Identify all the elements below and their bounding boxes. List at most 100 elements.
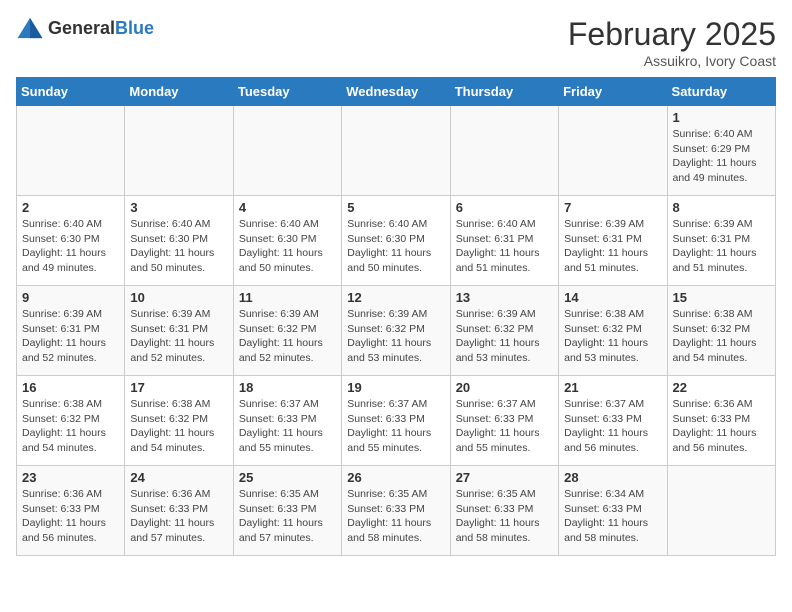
calendar-title: February 2025 (568, 16, 776, 53)
day-info: Sunrise: 6:35 AM Sunset: 6:33 PM Dayligh… (456, 487, 553, 546)
day-cell: 7Sunrise: 6:39 AM Sunset: 6:31 PM Daylig… (559, 196, 667, 286)
day-cell: 21 Sunrise: 6:37 AM Sunset: 6:33 PM Dayli… (559, 376, 667, 466)
weekday-header-saturday: Saturday (667, 78, 775, 106)
week-row-4: 16 Sunrise: 6:38 AM Sunset: 6:32 PM Dayli… (17, 376, 776, 466)
day-number: 21 (564, 380, 661, 395)
day-info: Sunrise: 6:34 AM Sunset: 6:33 PM Dayligh… (564, 487, 661, 546)
day-info: Sunrise: 6:38 AM Sunset: 6:32 PM Dayligh… (673, 307, 770, 366)
day-cell: 8 Sunrise: 6:39 AM Sunset: 6:31 PM Daylig… (667, 196, 775, 286)
day-number: 4 (239, 200, 336, 215)
day-info: Sunrise: 6:39 AM Sunset: 6:31 PM Dayligh… (564, 217, 661, 276)
day-info: Sunrise: 6:40 AM Sunset: 6:30 PM Dayligh… (130, 217, 227, 276)
day-cell: 12Sunrise: 6:39 AM Sunset: 6:32 PM Dayli… (342, 286, 450, 376)
day-cell: 25 Sunrise: 6:35 AM Sunset: 6:33 PM Dayli… (233, 466, 341, 556)
calendar-subtitle: Assuikro, Ivory Coast (568, 53, 776, 69)
calendar-body: 1 Sunrise: 6:40 AM Sunset: 6:29 PM Daylig… (17, 106, 776, 556)
day-cell: 16 Sunrise: 6:38 AM Sunset: 6:32 PM Dayli… (17, 376, 125, 466)
day-cell: 2 Sunrise: 6:40 AM Sunset: 6:30 PM Daylig… (17, 196, 125, 286)
day-cell (559, 106, 667, 196)
day-number: 23 (22, 470, 119, 485)
day-number: 15 (673, 290, 770, 305)
day-info: Sunrise: 6:36 AM Sunset: 6:33 PM Dayligh… (22, 487, 119, 546)
day-number: 27 (456, 470, 553, 485)
day-number: 16 (22, 380, 119, 395)
day-number: 11 (239, 290, 336, 305)
day-cell: 20 Sunrise: 6:37 AM Sunset: 6:33 PM Dayli… (450, 376, 558, 466)
calendar-header: SundayMondayTuesdayWednesdayThursdayFrid… (17, 78, 776, 106)
day-info: Sunrise: 6:36 AM Sunset: 6:33 PM Dayligh… (130, 487, 227, 546)
day-cell (667, 466, 775, 556)
day-info: Sunrise: 6:39 AM Sunset: 6:31 PM Dayligh… (673, 217, 770, 276)
day-cell: 22Sunrise: 6:36 AM Sunset: 6:33 PM Dayli… (667, 376, 775, 466)
day-number: 19 (347, 380, 444, 395)
day-number: 3 (130, 200, 227, 215)
day-info: Sunrise: 6:37 AM Sunset: 6:33 PM Dayligh… (564, 397, 661, 456)
weekday-header-sunday: Sunday (17, 78, 125, 106)
day-info: Sunrise: 6:40 AM Sunset: 6:30 PM Dayligh… (239, 217, 336, 276)
weekday-header-friday: Friday (559, 78, 667, 106)
day-cell (342, 106, 450, 196)
day-info: Sunrise: 6:35 AM Sunset: 6:33 PM Dayligh… (347, 487, 444, 546)
day-cell: 28 Sunrise: 6:34 AM Sunset: 6:33 PM Dayli… (559, 466, 667, 556)
day-cell: 17Sunrise: 6:38 AM Sunset: 6:32 PM Dayli… (125, 376, 233, 466)
day-cell: 23 Sunrise: 6:36 AM Sunset: 6:33 PM Dayli… (17, 466, 125, 556)
day-number: 6 (456, 200, 553, 215)
day-cell: 27 Sunrise: 6:35 AM Sunset: 6:33 PM Dayli… (450, 466, 558, 556)
day-cell: 24 Sunrise: 6:36 AM Sunset: 6:33 PM Dayli… (125, 466, 233, 556)
weekday-header-tuesday: Tuesday (233, 78, 341, 106)
day-info: Sunrise: 6:38 AM Sunset: 6:32 PM Dayligh… (130, 397, 227, 456)
logo: GeneralBlue (16, 16, 154, 40)
day-number: 5 (347, 200, 444, 215)
weekday-header-thursday: Thursday (450, 78, 558, 106)
day-info: Sunrise: 6:39 AM Sunset: 6:32 PM Dayligh… (456, 307, 553, 366)
day-cell: 5 Sunrise: 6:40 AM Sunset: 6:30 PM Daylig… (342, 196, 450, 286)
day-info: Sunrise: 6:35 AM Sunset: 6:33 PM Dayligh… (239, 487, 336, 546)
day-number: 24 (130, 470, 227, 485)
logo-icon (16, 16, 44, 40)
day-number: 25 (239, 470, 336, 485)
day-cell: 10 Sunrise: 6:39 AM Sunset: 6:31 PM Dayli… (125, 286, 233, 376)
week-row-5: 23 Sunrise: 6:36 AM Sunset: 6:33 PM Dayli… (17, 466, 776, 556)
day-number: 18 (239, 380, 336, 395)
day-number: 8 (673, 200, 770, 215)
week-row-3: 9Sunrise: 6:39 AM Sunset: 6:31 PM Daylig… (17, 286, 776, 376)
day-cell: 4 Sunrise: 6:40 AM Sunset: 6:30 PM Daylig… (233, 196, 341, 286)
day-number: 2 (22, 200, 119, 215)
day-info: Sunrise: 6:38 AM Sunset: 6:32 PM Dayligh… (22, 397, 119, 456)
day-info: Sunrise: 6:39 AM Sunset: 6:31 PM Dayligh… (130, 307, 227, 366)
day-cell: 3 Sunrise: 6:40 AM Sunset: 6:30 PM Daylig… (125, 196, 233, 286)
weekday-row: SundayMondayTuesdayWednesdayThursdayFrid… (17, 78, 776, 106)
logo-general: General (48, 18, 115, 38)
day-info: Sunrise: 6:37 AM Sunset: 6:33 PM Dayligh… (456, 397, 553, 456)
day-number: 14 (564, 290, 661, 305)
day-number: 13 (456, 290, 553, 305)
day-number: 28 (564, 470, 661, 485)
day-cell (233, 106, 341, 196)
day-info: Sunrise: 6:40 AM Sunset: 6:29 PM Dayligh… (673, 127, 770, 186)
day-number: 20 (456, 380, 553, 395)
day-cell (17, 106, 125, 196)
day-info: Sunrise: 6:40 AM Sunset: 6:30 PM Dayligh… (347, 217, 444, 276)
day-info: Sunrise: 6:37 AM Sunset: 6:33 PM Dayligh… (239, 397, 336, 456)
day-cell (450, 106, 558, 196)
logo-blue: Blue (115, 18, 154, 38)
day-cell: 26Sunrise: 6:35 AM Sunset: 6:33 PM Dayli… (342, 466, 450, 556)
day-info: Sunrise: 6:38 AM Sunset: 6:32 PM Dayligh… (564, 307, 661, 366)
day-number: 1 (673, 110, 770, 125)
weekday-header-wednesday: Wednesday (342, 78, 450, 106)
title-block: February 2025 Assuikro, Ivory Coast (568, 16, 776, 69)
day-cell: 13 Sunrise: 6:39 AM Sunset: 6:32 PM Dayli… (450, 286, 558, 376)
day-cell: 11Sunrise: 6:39 AM Sunset: 6:32 PM Dayli… (233, 286, 341, 376)
calendar-table: SundayMondayTuesdayWednesdayThursdayFrid… (16, 77, 776, 556)
day-info: Sunrise: 6:40 AM Sunset: 6:31 PM Dayligh… (456, 217, 553, 276)
day-cell (125, 106, 233, 196)
day-cell: 9Sunrise: 6:39 AM Sunset: 6:31 PM Daylig… (17, 286, 125, 376)
day-info: Sunrise: 6:39 AM Sunset: 6:32 PM Dayligh… (347, 307, 444, 366)
day-info: Sunrise: 6:40 AM Sunset: 6:30 PM Dayligh… (22, 217, 119, 276)
day-cell: 6 Sunrise: 6:40 AM Sunset: 6:31 PM Daylig… (450, 196, 558, 286)
day-info: Sunrise: 6:37 AM Sunset: 6:33 PM Dayligh… (347, 397, 444, 456)
day-cell: 18 Sunrise: 6:37 AM Sunset: 6:33 PM Dayli… (233, 376, 341, 466)
week-row-1: 1 Sunrise: 6:40 AM Sunset: 6:29 PM Daylig… (17, 106, 776, 196)
week-row-2: 2 Sunrise: 6:40 AM Sunset: 6:30 PM Daylig… (17, 196, 776, 286)
day-number: 10 (130, 290, 227, 305)
